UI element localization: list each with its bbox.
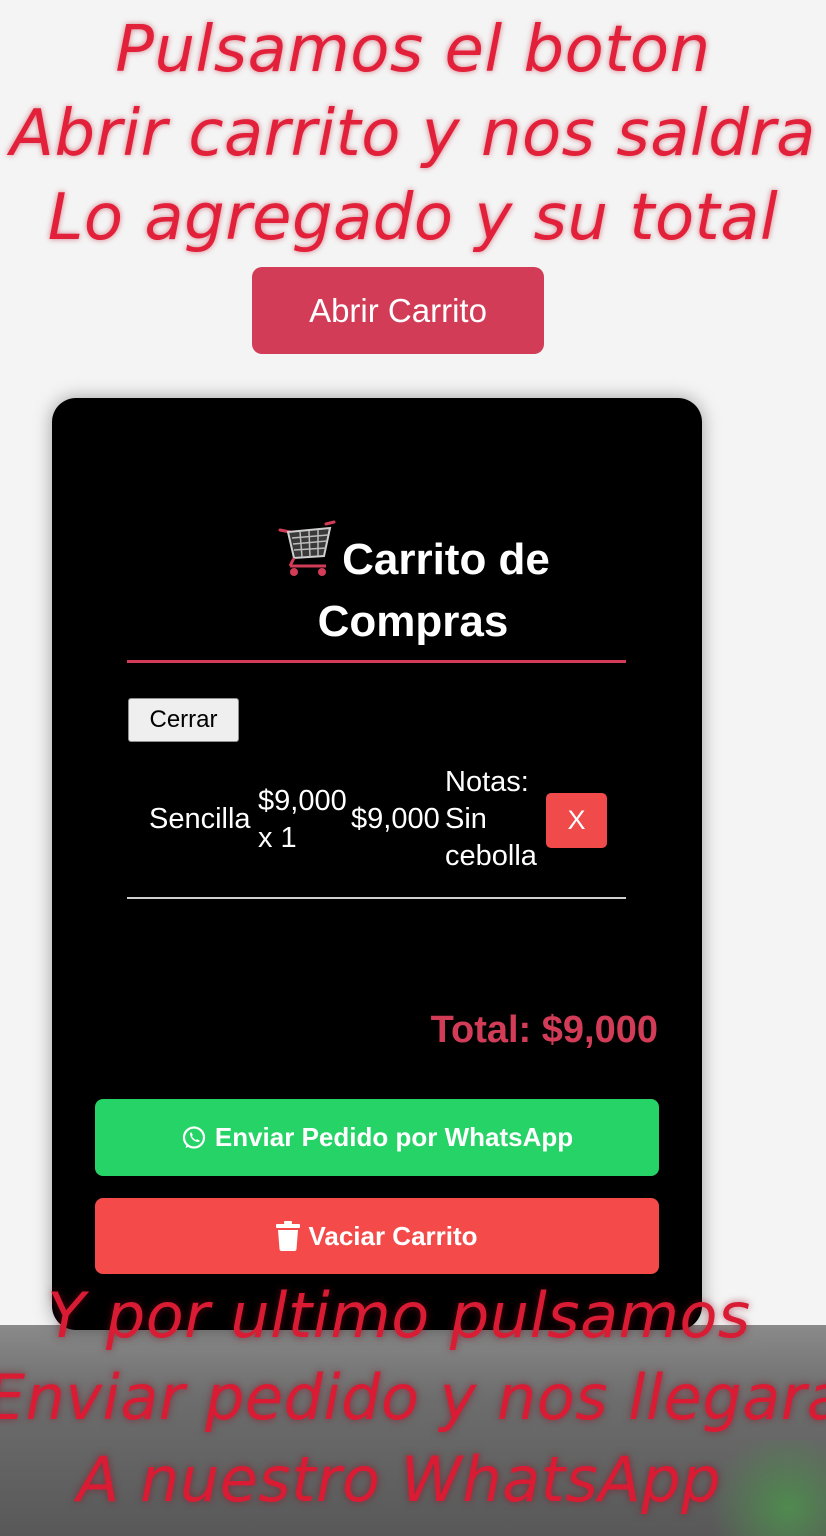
item-notes-line-2: cebolla (445, 840, 537, 872)
empty-cart-button[interactable]: Vaciar Carrito (95, 1198, 659, 1274)
caption-bottom-line-3: A nuestro WhatsApp (77, 1443, 721, 1516)
cart-title-line-2: Compras (317, 597, 509, 646)
item-divider (127, 897, 626, 899)
caption-bottom-line-1: Y por ultimo pulsamos (47, 1279, 751, 1352)
item-notes: Notas: Sin cebolla (445, 764, 537, 875)
send-whatsapp-button[interactable]: Enviar Pedido por WhatsApp (95, 1099, 659, 1176)
caption-top-line-3: Lo agregado y su total (47, 181, 779, 255)
item-unit-price: $9,000 (258, 785, 347, 817)
caption-bottom: Y por ultimo pulsamos Enviar pedido y no… (0, 1275, 826, 1521)
empty-cart-label: Vaciar Carrito (308, 1220, 478, 1251)
item-price: $9,000 x 1 (258, 783, 347, 857)
open-cart-button[interactable]: Abrir Carrito (252, 267, 544, 354)
caption-top-line-1: Pulsamos el boton (115, 13, 711, 87)
item-subtotal: $9,000 (351, 803, 440, 835)
item-notes-label: Notas: (445, 766, 529, 798)
shopping-cart-icon (278, 520, 336, 576)
item-notes-line-1: Sin (445, 803, 487, 835)
item-name: Sencilla (149, 803, 251, 835)
caption-top: Pulsamos el boton Abrir carrito y nos sa… (0, 8, 826, 260)
trash-icon (276, 1221, 301, 1251)
send-whatsapp-label: Enviar Pedido por WhatsApp (214, 1122, 574, 1152)
cart-title-line-1: Carrito de (342, 535, 550, 584)
remove-item-button[interactable]: X (546, 793, 607, 848)
caption-top-line-2: Abrir carrito y nos saldra (10, 97, 816, 171)
item-quantity: x 1 (258, 822, 297, 854)
caption-bottom-line-2: Enviar pedido y nos llegara (0, 1361, 826, 1434)
cart-modal-title: Carrito de Compras (0, 520, 826, 653)
title-divider (127, 660, 626, 663)
cart-total: Total: $9,000 (430, 1009, 658, 1051)
close-cart-button[interactable]: Cerrar (128, 698, 239, 742)
whatsapp-icon (182, 1125, 205, 1149)
